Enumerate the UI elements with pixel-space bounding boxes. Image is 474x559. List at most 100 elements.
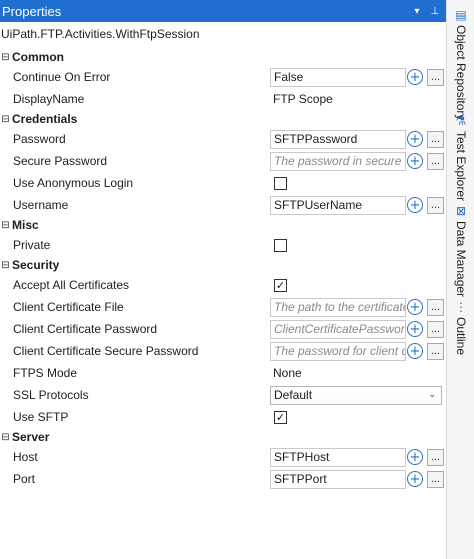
property-row-private[interactable]: Private [0, 234, 446, 256]
property-label: Client Certificate Secure Password [13, 344, 199, 358]
password-input[interactable]: SFTPPassword [270, 129, 406, 149]
property-label: Username [13, 198, 69, 212]
property-label: Port [13, 472, 36, 486]
client-certificate-secure-password-input[interactable]: The password for client certificate [270, 341, 406, 361]
properties-title-bar: Properties ▾ ⊥ [0, 0, 446, 22]
property-label: Use Anonymous Login [13, 176, 134, 190]
tab-test-explorer[interactable]: ⚗ Test Explorer [450, 114, 472, 201]
use-sftp-checkbox[interactable]: ✓ [274, 410, 287, 424]
chevron-down-icon[interactable]: ▾ [410, 6, 424, 17]
property-label: DisplayName [13, 92, 85, 106]
ssl-protocols-selected: Default [274, 388, 313, 402]
property-row-host[interactable]: Host SFTPHost + ... [0, 446, 446, 468]
collapse-icon[interactable]: ⊟ [0, 220, 11, 231]
property-row-use-sftp[interactable]: Use SFTP ✓ [0, 406, 446, 428]
property-label: Private [13, 238, 51, 252]
host-input[interactable]: SFTPHost [270, 447, 406, 467]
tab-label: Object Repository [454, 25, 468, 121]
category-security[interactable]: ⊟ Security [0, 256, 446, 274]
test-explorer-icon: ⚗ [455, 114, 467, 128]
ftps-mode-value[interactable]: None [270, 366, 302, 380]
add-variable-icon[interactable]: + [407, 449, 423, 465]
expression-editor-button[interactable]: ... [427, 130, 444, 148]
expression-editor-button[interactable]: ... [427, 68, 444, 86]
expression-editor-button[interactable]: ... [427, 152, 444, 170]
property-grid: ⊟ Common Continue On Error False + ... D… [0, 48, 446, 490]
tab-outline[interactable]: ⋮ Outline [450, 300, 472, 355]
collapse-icon[interactable]: ⊟ [0, 260, 11, 271]
expression-editor-button[interactable]: ... [427, 298, 444, 316]
property-label: Secure Password [13, 154, 108, 168]
expression-editor-button[interactable]: ... [427, 448, 444, 466]
accept-all-certificates-checkbox[interactable]: ✓ [274, 278, 287, 292]
collapse-icon[interactable]: ⊟ [0, 114, 11, 125]
activity-name: UiPath.FTP.Activities.WithFtpSession [1, 27, 200, 41]
chevron-down-icon: ⌄ [428, 390, 436, 400]
panel-title: Properties [2, 3, 62, 19]
outline-icon: ⋮ [455, 300, 467, 314]
username-input[interactable]: SFTPUserName [270, 195, 406, 215]
property-label: Client Certificate File [13, 300, 124, 314]
add-variable-icon[interactable]: + [407, 299, 423, 315]
property-row-display-name[interactable]: DisplayName FTP Scope [0, 88, 446, 110]
category-label: Security [12, 258, 60, 272]
category-misc[interactable]: ⊟ Misc [0, 216, 446, 234]
expression-editor-button[interactable]: ... [427, 470, 444, 488]
secure-password-input[interactable]: The password in secure string [270, 151, 406, 171]
property-row-client-certificate-password[interactable]: Client Certificate Password ClientCertif… [0, 318, 446, 340]
property-row-ssl-protocols[interactable]: SSL Protocols Default ⌄ [0, 384, 446, 406]
property-row-port[interactable]: Port SFTPPort + ... [0, 468, 446, 490]
property-row-ftps-mode[interactable]: FTPS Mode None [0, 362, 446, 384]
private-checkbox[interactable] [274, 238, 287, 252]
property-label: SSL Protocols [13, 388, 89, 402]
property-row-continue-on-error[interactable]: Continue On Error False + ... [0, 66, 446, 88]
port-input[interactable]: SFTPPort [270, 469, 406, 489]
client-certificate-file-input[interactable]: The path to the certificate used [270, 297, 406, 317]
property-row-client-certificate-secure-password[interactable]: Client Certificate Secure Password The p… [0, 340, 446, 362]
property-label: FTPS Mode [13, 366, 78, 380]
property-row-use-anonymous-login[interactable]: Use Anonymous Login [0, 172, 446, 194]
category-label: Misc [12, 218, 39, 232]
use-anonymous-login-checkbox[interactable] [274, 176, 287, 190]
property-row-accept-all-certificates[interactable]: Accept All Certificates ✓ [0, 274, 446, 296]
tab-data-manager[interactable]: ⊠ Data Manager [450, 204, 472, 297]
ssl-protocols-select[interactable]: Default ⌄ [270, 385, 442, 405]
add-variable-icon[interactable]: + [407, 131, 423, 147]
add-variable-icon[interactable]: + [407, 153, 423, 169]
add-variable-icon[interactable]: + [407, 321, 423, 337]
tab-label: Test Explorer [454, 131, 468, 202]
property-label: Continue On Error [13, 70, 111, 84]
collapse-icon[interactable]: ⊟ [0, 52, 11, 63]
property-row-username[interactable]: Username SFTPUserName + ... [0, 194, 446, 216]
add-variable-icon[interactable]: + [407, 69, 423, 85]
add-variable-icon[interactable]: + [407, 471, 423, 487]
property-label: Use SFTP [13, 410, 69, 424]
category-credentials[interactable]: ⊟ Credentials [0, 110, 446, 128]
add-variable-icon[interactable]: + [407, 343, 423, 359]
category-common[interactable]: ⊟ Common [0, 48, 446, 66]
object-repository-icon: ▤ [455, 8, 467, 22]
property-row-password[interactable]: Password SFTPPassword + ... [0, 128, 446, 150]
expression-editor-button[interactable]: ... [427, 320, 444, 338]
property-label: Password [13, 132, 66, 146]
pin-icon[interactable]: ⊥ [428, 6, 442, 17]
category-label: Credentials [12, 112, 78, 126]
category-server[interactable]: ⊟ Server [0, 428, 446, 446]
client-certificate-password-input[interactable]: ClientCertificatePassword [270, 319, 406, 339]
tab-label: Data Manager [454, 221, 468, 298]
add-variable-icon[interactable]: + [407, 197, 423, 213]
property-label: Host [13, 450, 38, 464]
property-label: Client Certificate Password [13, 322, 158, 336]
property-row-secure-password[interactable]: Secure Password The password in secure s… [0, 150, 446, 172]
side-tab-strip: ▤ Object Repository ⚗ Test Explorer ⊠ Da… [447, 0, 474, 559]
expression-editor-button[interactable]: ... [427, 196, 444, 214]
collapse-icon[interactable]: ⊟ [0, 432, 11, 443]
data-manager-icon: ⊠ [455, 204, 467, 218]
property-row-client-certificate-file[interactable]: Client Certificate File The path to the … [0, 296, 446, 318]
tab-label: Outline [454, 317, 468, 356]
display-name-value[interactable]: FTP Scope [270, 92, 333, 106]
tab-object-repository[interactable]: ▤ Object Repository [450, 8, 472, 120]
expression-editor-button[interactable]: ... [427, 342, 444, 360]
continue-on-error-input[interactable]: False [270, 67, 406, 87]
property-label: Accept All Certificates [13, 278, 130, 292]
